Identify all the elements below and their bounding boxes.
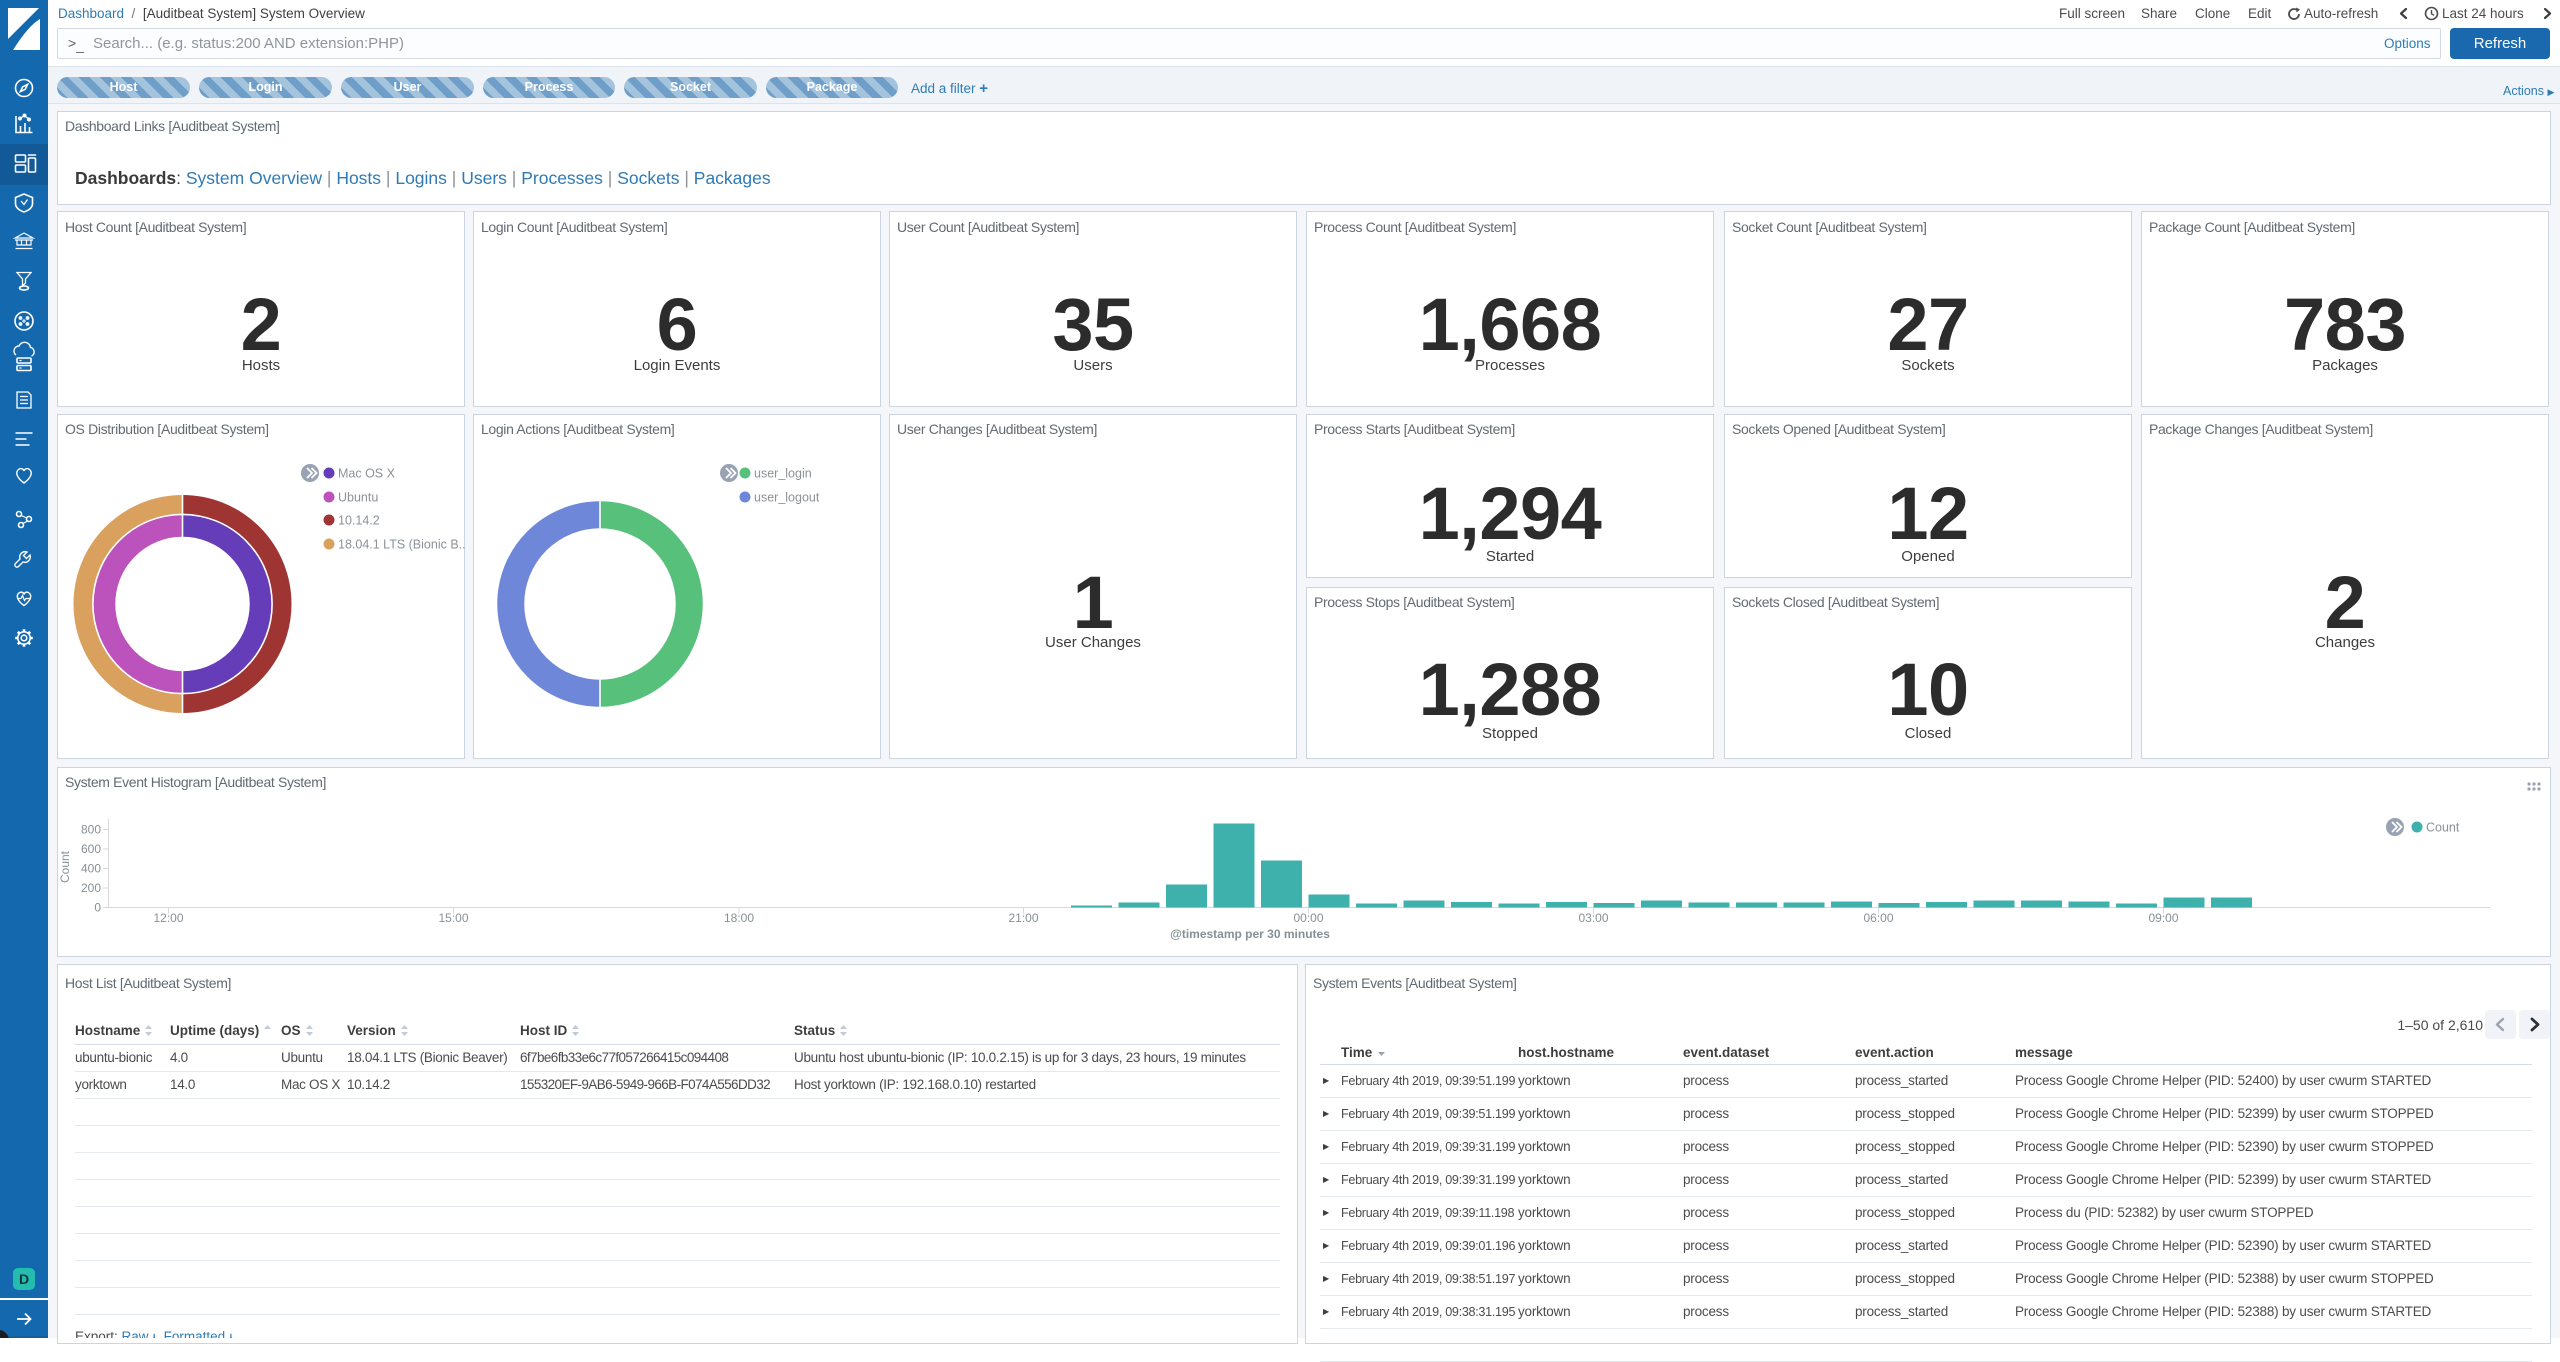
svg-text:15:00: 15:00 [438, 911, 468, 925]
svg-text:Count: Count [2426, 821, 2460, 835]
svg-text:00:00: 00:00 [1293, 911, 1323, 925]
svg-text:21:00: 21:00 [1008, 911, 1038, 925]
svg-text:user_login: user_login [754, 467, 812, 481]
svg-text:@timestamp per 30 minutes: @timestamp per 30 minutes [1170, 927, 1330, 941]
svg-text:0: 0 [94, 901, 101, 915]
svg-text:200: 200 [81, 881, 101, 895]
svg-text:18.04.1 LTS (Bionic B...: 18.04.1 LTS (Bionic B... [338, 538, 465, 552]
svg-text:800: 800 [81, 823, 101, 837]
svg-text:10.14.2: 10.14.2 [338, 514, 380, 528]
svg-text:user_logout: user_logout [754, 491, 820, 505]
svg-text:D: D [19, 1271, 29, 1287]
svg-text:06:00: 06:00 [1863, 911, 1893, 925]
svg-text:Ubuntu: Ubuntu [338, 491, 378, 505]
svg-text:Count: Count [58, 850, 72, 883]
svg-text:Mac OS X: Mac OS X [338, 467, 396, 481]
svg-text:12:00: 12:00 [153, 911, 183, 925]
svg-text:03:00: 03:00 [1578, 911, 1608, 925]
svg-text:09:00: 09:00 [2148, 911, 2178, 925]
svg-text:600: 600 [81, 842, 101, 856]
svg-text:400: 400 [81, 862, 101, 876]
svg-text:18:00: 18:00 [724, 911, 754, 925]
